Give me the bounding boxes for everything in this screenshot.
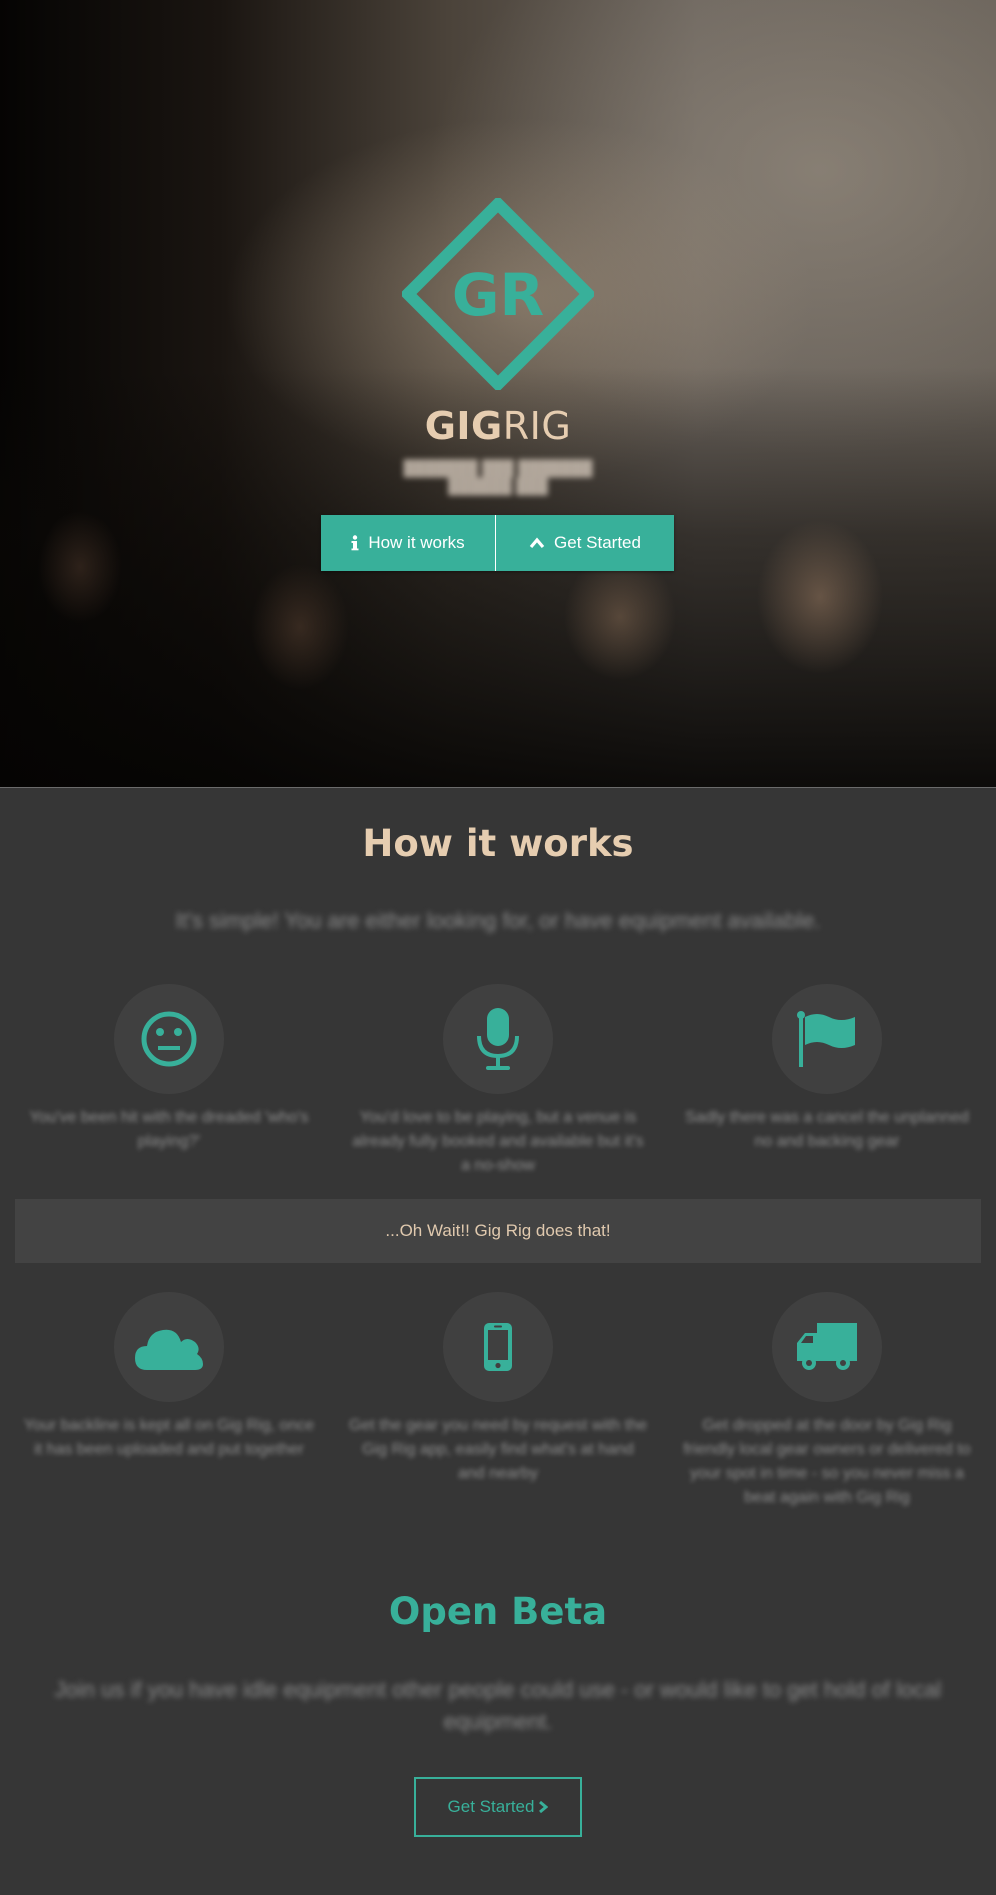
beta-get-started-button[interactable]: Get Started: [414, 1777, 582, 1837]
how-it-works-button[interactable]: How it works: [321, 515, 496, 571]
tagline-line-1: ███████ ███ ███████: [403, 460, 593, 477]
flag-icon: [797, 1011, 855, 1067]
feature-smartphone: Get the gear you need by request with th…: [343, 1292, 653, 1486]
get-started-button[interactable]: Get Started: [496, 515, 674, 571]
open-beta-subtitle: Join us if you have idle equipment other…: [54, 1677, 942, 1734]
brand-name-light: RIG: [502, 404, 572, 448]
feature-description: Get dropped at the door by Gig Rig frien…: [683, 1417, 971, 1506]
feature-description: You'd love to be playing, but a venue is…: [352, 1109, 644, 1174]
cloud-icon: [135, 1329, 203, 1370]
diamond-logo-icon: GR: [399, 195, 597, 393]
hero-section: GR GIGRIG ███████ ███ ███████ ██████ ███…: [0, 0, 996, 788]
feature-icon-circle: [114, 1292, 224, 1402]
feature-icon-circle: [443, 1292, 553, 1402]
how-it-works-heading: How it works: [362, 822, 634, 865]
info-icon: [351, 535, 359, 551]
get-started-label: Get Started: [554, 533, 641, 552]
logo-letters: GR: [452, 261, 544, 329]
feature-icon-circle: [443, 984, 553, 1094]
hero-button-group: How it works Get Started: [321, 515, 674, 571]
feature-icon-circle: [114, 984, 224, 1094]
chevron-right-icon: [538, 1800, 549, 1814]
brand-name-bold: GIG: [424, 404, 503, 448]
tagline-line-2: ██████ ███: [448, 478, 548, 495]
feature-description: You've been hit with the dreaded 'who's …: [29, 1109, 309, 1150]
open-beta-heading: Open Beta: [388, 1590, 608, 1633]
neutral-face-icon: [141, 1011, 197, 1067]
feature-icon-circle: [772, 1292, 882, 1402]
feature-flag: Sadly there was a cancel the unplanned n…: [672, 984, 982, 1154]
feature-neutral-face: You've been hit with the dreaded 'who's …: [14, 984, 324, 1154]
feature-truck: Get dropped at the door by Gig Rig frien…: [672, 1292, 982, 1510]
smartphone-icon: [484, 1323, 512, 1371]
brand-name: GIGRIG: [0, 404, 996, 448]
feature-icon-circle: [772, 984, 882, 1094]
truck-icon: [797, 1323, 857, 1370]
beta-get-started-label: Get Started: [447, 1797, 535, 1816]
how-it-works-label: How it works: [368, 533, 465, 552]
microphone-icon: [477, 1008, 519, 1070]
how-it-works-subtitle: It's simple! You are either looking for,…: [175, 908, 821, 933]
feature-cloud: Your backline is kept all on Gig Rig, on…: [14, 1292, 324, 1462]
gig-rig-logo: GR: [399, 195, 597, 393]
chevron-up-icon: [529, 537, 545, 549]
feature-description: Get the gear you need by request with th…: [349, 1417, 647, 1482]
feature-microphone: You'd love to be playing, but a venue is…: [343, 984, 653, 1178]
hero-tagline: ███████ ███ ███████ ██████ ███: [0, 460, 996, 496]
oh-wait-banner: ...Oh Wait!! Gig Rig does that!: [15, 1199, 981, 1263]
feature-description: Sadly there was a cancel the unplanned n…: [685, 1109, 969, 1150]
feature-description: Your backline is kept all on Gig Rig, on…: [23, 1417, 315, 1458]
